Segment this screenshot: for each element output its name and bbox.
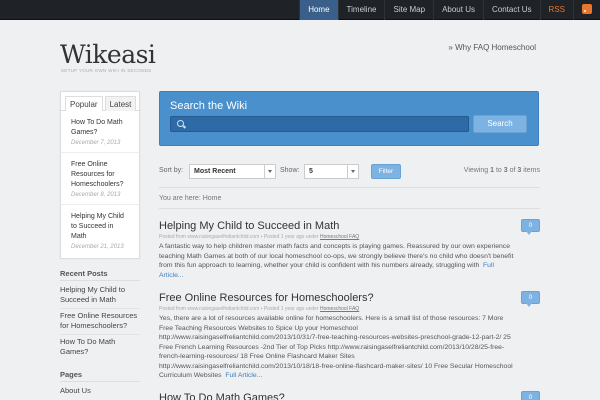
popular-post-title[interactable]: How To Do Math Games? [71, 118, 129, 138]
site-logo[interactable]: Wikeasi [60, 40, 156, 69]
search-title: Search the Wiki [170, 100, 248, 112]
popular-latest-widget: Popular Latest How To Do Math Games? Dec… [60, 91, 140, 259]
divider [159, 187, 540, 188]
popular-post-date: December 8, 2013 [71, 192, 121, 198]
divider [60, 381, 140, 382]
sort-label: Sort by: [159, 167, 184, 174]
comment-count-badge[interactable]: 0 [521, 291, 540, 307]
popular-post-title[interactable]: Helping My Child to Succeed in Math [71, 212, 129, 242]
recent-posts-list: Helping My Child to Succeed in Math Free… [60, 283, 140, 360]
page-link-about-us[interactable]: About Us [60, 386, 91, 395]
post-item: Helping My Child to Succeed in Math Post… [159, 219, 540, 280]
viewing-prefix: Viewing [463, 167, 491, 174]
post-excerpt: A fantastic way to help children master … [159, 242, 540, 280]
show-label: Show: [280, 167, 300, 174]
viewing-suffix: items [521, 167, 540, 174]
viewing-to-word: to [494, 167, 504, 174]
rss-icon [582, 3, 592, 14]
show-value: 5 [309, 168, 313, 175]
nav-site-map[interactable]: Site Map [384, 0, 433, 20]
site-tagline: SETUP YOUR OWN WIKI IN SECONDS [61, 68, 152, 73]
comment-count-badge[interactable]: 0 [521, 219, 540, 235]
top-bar: Home Timeline Site Map About Us Contact … [0, 0, 600, 20]
post-title[interactable]: How To Do Math Games? [159, 391, 540, 400]
viewing-count: Viewing 1 to 3 of 3 items [464, 167, 540, 174]
sort-value: Most Recent [194, 168, 236, 175]
popular-post-date: December 21, 2013 [71, 244, 124, 250]
post-excerpt: Yes, there are a lot of resources availa… [159, 314, 540, 381]
chevron-down-icon [264, 165, 275, 178]
pages-heading: Pages [60, 370, 83, 379]
post-category-link[interactable]: Homeschool FAQ [320, 306, 359, 312]
post-excerpt-text: A fantastic way to help children master … [159, 243, 514, 269]
post-category-link[interactable]: Homeschool FAQ [320, 234, 359, 240]
nav-home[interactable]: Home [299, 0, 338, 20]
popular-post-date: December 7, 2013 [71, 140, 121, 146]
tab-latest[interactable]: Latest [104, 96, 137, 111]
post-meta: Posted from www.raisingaselfreliantchild… [159, 234, 540, 240]
nav-timeline[interactable]: Timeline [337, 0, 385, 20]
nav-about-us[interactable]: About Us [433, 0, 483, 20]
recent-posts-heading: Recent Posts [60, 269, 108, 278]
post-meta-text: Posted from www.raisingaselfreliantchild… [159, 234, 320, 240]
list-item[interactable]: Free Online Resources for Homeschoolers?… [61, 153, 139, 205]
chevron-down-icon [347, 165, 358, 178]
tab-popular[interactable]: Popular [65, 96, 103, 111]
divider [60, 280, 140, 281]
post-item: How To Do Math Games? 0 [159, 391, 540, 400]
post-meta: Posted from www.raisingaselfreliantchild… [159, 306, 540, 312]
breadcrumb: You are here: Home [159, 195, 222, 202]
recent-post-link[interactable]: Free Online Resources for Homeschoolers? [60, 309, 140, 335]
viewing-of-word: of [507, 167, 518, 174]
list-item[interactable]: Helping My Child to Succeed in Math Dece… [61, 205, 139, 256]
search-button[interactable]: Search [473, 115, 527, 133]
nav-rss[interactable]: RSS [539, 0, 573, 20]
show-select[interactable]: 5 [304, 164, 359, 179]
post-meta-text: Posted from www.raisingaselfreliantchild… [159, 306, 320, 312]
post-title[interactable]: Free Online Resources for Homeschoolers? [159, 291, 540, 305]
search-input[interactable] [170, 116, 469, 132]
recent-post-link[interactable]: Helping My Child to Succeed in Math [60, 283, 140, 309]
list-item[interactable]: How To Do Math Games? December 7, 2013 [61, 111, 139, 153]
header-link-why-faq[interactable]: » Why FAQ Homeschool [448, 43, 536, 52]
filter-button[interactable]: Filter [371, 164, 401, 179]
search-panel: Search the Wiki Search [159, 91, 539, 146]
post-excerpt-text: Yes, there are a lot of resources availa… [159, 315, 513, 379]
filter-bar: Sort by: Most Recent Show: 5 Filter View… [159, 164, 540, 180]
popular-post-title[interactable]: Free Online Resources for Homeschoolers? [71, 160, 129, 190]
search-icon [177, 120, 184, 127]
rss-icon-link[interactable] [573, 0, 600, 20]
nav-contact-us[interactable]: Contact Us [482, 0, 540, 20]
sort-select[interactable]: Most Recent [189, 164, 276, 179]
recent-post-link[interactable]: How To Do Math Games? [60, 335, 140, 360]
divider [159, 208, 540, 209]
full-article-link[interactable]: Full Article... [225, 372, 262, 379]
widget-tabbar: Popular Latest [61, 92, 139, 111]
post-item: Free Online Resources for Homeschoolers?… [159, 291, 540, 381]
top-nav: Home Timeline Site Map About Us Contact … [299, 0, 600, 20]
comment-count-badge[interactable]: 0 [521, 391, 540, 400]
post-title[interactable]: Helping My Child to Succeed in Math [159, 219, 540, 233]
